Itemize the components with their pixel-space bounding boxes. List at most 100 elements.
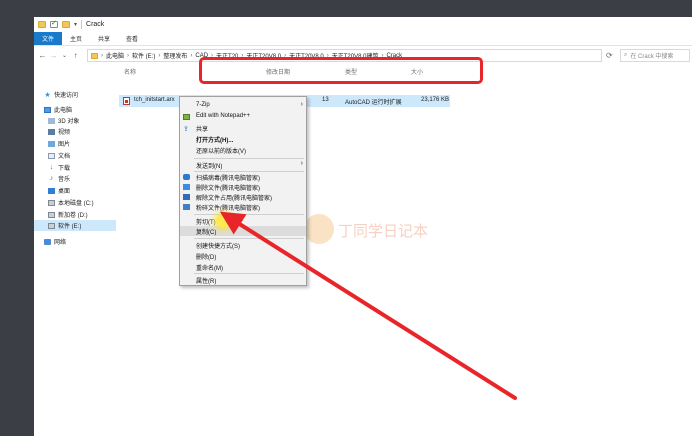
sidebar-item-documents[interactable]: 文档 [48, 150, 130, 161]
file-explorer-window: ▾ Crack 文件 主页 共享 查看 ← → ⌄ ↑ › 此电脑 › 软件 (… [34, 17, 692, 436]
file-type: AutoCAD 运行时扩展 [345, 100, 402, 106]
chevron-right-icon: › [158, 52, 161, 59]
ribbon-tabs: 文件 主页 共享 查看 [34, 32, 692, 46]
menu-item-7zip[interactable]: 7-Zip › [180, 101, 306, 111]
chevron-right-icon: › [101, 52, 103, 59]
sidebar-item-music[interactable]: ♪ 音乐 [48, 173, 130, 184]
sidebar-item-label: 本地磁盘 (C:) [58, 201, 94, 207]
sidebar-item-desktop[interactable]: 桌面 [48, 185, 130, 196]
sidebar-item-label: 3D 对象 [58, 119, 80, 125]
menu-item-create-shortcut[interactable]: 创建快捷方式(S) [180, 240, 306, 250]
menu-item-label: 粉碎文件(腾讯电脑管家) [196, 206, 260, 212]
menu-item-label: 共享 [196, 127, 209, 133]
back-arrow-icon[interactable]: ← [37, 51, 48, 60]
tab-file[interactable]: 文件 [34, 32, 63, 45]
menu-item-copy[interactable]: 复制(C) [180, 226, 306, 236]
sidebar-item-this-pc[interactable]: 此电脑 [44, 104, 126, 115]
unlock-icon [183, 194, 190, 200]
menu-separator [194, 158, 304, 159]
sidebar-item-label: 视频 [58, 130, 71, 136]
menu-item-properties[interactable]: 属性(R) [180, 275, 306, 285]
chevron-right-icon: › [300, 101, 303, 108]
up-arrow-icon[interactable]: ↑ [70, 51, 81, 60]
quick-access-dropdown-icon[interactable]: ▾ [74, 21, 77, 28]
sidebar-item-3d-objects[interactable]: 3D 对象 [48, 115, 130, 126]
search-input[interactable]: ⌕ 在 Crack 中搜索 [620, 49, 690, 62]
sidebar-item-drive-d[interactable]: 新加卷 (D:) [48, 209, 130, 220]
menu-item-label: 打开方式(H)... [196, 138, 234, 144]
menu-item-label: 7-Zip [196, 102, 210, 108]
music-icon: ♪ [49, 175, 54, 182]
menu-item-label: 创建快捷方式(S) [196, 244, 240, 250]
network-icon [44, 238, 51, 245]
shiba-dog-icon [304, 214, 334, 244]
title-divider [81, 20, 83, 29]
menu-item-delete[interactable]: 删除(D) [180, 251, 306, 261]
chevron-right-icon: › [190, 52, 193, 59]
menu-item-label: 删除(D) [196, 255, 217, 261]
column-header-name[interactable]: 名称 [124, 67, 136, 76]
file-size: 23,176 KB [421, 97, 450, 103]
menu-item-scan-virus[interactable]: 扫描病毒(腾讯电脑管家) [180, 172, 306, 182]
sidebar-item-downloads[interactable]: ↓ 下载 [48, 162, 130, 173]
menu-item-label: 重命名(M) [196, 266, 223, 272]
folder-icon [91, 52, 98, 59]
download-icon: ↓ [49, 164, 54, 171]
menu-item-cut[interactable]: 剪切(T) [180, 216, 306, 226]
sidebar-item-quick-access[interactable]: ★ 快速访问 [44, 89, 126, 100]
menu-item-restore-versions[interactable]: 还原以前的版本(V) [180, 145, 306, 155]
recent-dropdown-icon[interactable]: ⌄ [59, 52, 70, 59]
breadcrumb-publish[interactable]: 整理发布 [163, 51, 187, 60]
properties-icon[interactable] [50, 19, 58, 28]
menu-item-open-with[interactable]: 打开方式(H)... [180, 134, 306, 144]
cursor-highlight [216, 214, 230, 228]
chevron-right-icon: › [300, 160, 303, 167]
menu-item-delete-file-tencent[interactable]: 删除文件(腾讯电脑管家) [180, 182, 306, 192]
menu-item-shred-file[interactable]: 粉碎文件(腾讯电脑管家) [180, 202, 306, 212]
video-icon [48, 128, 55, 135]
sidebar-item-videos[interactable]: 视频 [48, 126, 130, 137]
sidebar-item-label: 音乐 [58, 177, 71, 183]
sidebar-item-pictures[interactable]: 图片 [48, 138, 130, 149]
menu-item-label: 删除文件(腾讯电脑管家) [196, 186, 260, 192]
menu-item-share[interactable]: ⇪ 共享 [180, 123, 306, 133]
tab-share[interactable]: 共享 [90, 32, 118, 45]
menu-item-label: 剪切(T) [196, 220, 216, 226]
menu-item-send-to[interactable]: 发送到(N) › [180, 160, 306, 170]
menu-item-label: 还原以前的版本(V) [196, 149, 246, 155]
menu-item-label: 属性(R) [196, 279, 217, 285]
menu-item-notepadpp[interactable]: Edit with Notepad++ [180, 112, 306, 122]
menu-separator [194, 238, 304, 239]
sidebar-item-drive-e[interactable]: 软件 (E:) [34, 220, 116, 231]
notepad-plus-icon [183, 114, 190, 120]
tab-view[interactable]: 查看 [118, 32, 146, 45]
sidebar-item-label: 图片 [58, 142, 71, 148]
search-placeholder: 在 Crack 中搜索 [630, 54, 674, 60]
search-icon: ⌕ [624, 52, 628, 58]
drive-icon [48, 222, 55, 229]
tab-home[interactable]: 主页 [62, 32, 90, 45]
watermark-text: 丁同学日记本 [338, 222, 429, 240]
breadcrumb-this-pc[interactable]: 此电脑 [106, 51, 124, 60]
menu-item-label: 扫描病毒(腾讯电脑管家) [196, 176, 260, 182]
new-folder-icon[interactable] [62, 21, 70, 28]
forward-arrow-icon[interactable]: → [48, 51, 59, 60]
breadcrumb-drive-e[interactable]: 软件 (E:) [132, 51, 155, 60]
menu-item-rename[interactable]: 重命名(M) [180, 262, 306, 272]
desktop-icon [48, 187, 55, 194]
sidebar-item-drive-c[interactable]: 本地磁盘 (C:) [48, 197, 130, 208]
sidebar-item-network[interactable]: 网络 [44, 236, 126, 247]
menu-separator [194, 273, 304, 274]
drive-icon [48, 199, 55, 206]
menu-item-label: Edit with Notepad++ [196, 113, 251, 119]
context-menu: 7-Zip › Edit with Notepad++ ⇪ 共享 打开方式(H)… [179, 96, 307, 286]
file-date: 13 [322, 97, 329, 103]
sidebar-item-label: 文档 [58, 154, 71, 160]
menu-item-unlock-file[interactable]: 解除文件占用(腾讯电脑管家) [180, 192, 306, 202]
menu-item-label: 复制(C) [196, 230, 217, 236]
pictures-icon [48, 140, 55, 147]
sidebar-item-label: 快速访问 [54, 93, 79, 99]
refresh-icon[interactable]: ⟳ [606, 51, 616, 61]
menu-separator [194, 214, 304, 215]
address-highlight-box [199, 57, 483, 84]
